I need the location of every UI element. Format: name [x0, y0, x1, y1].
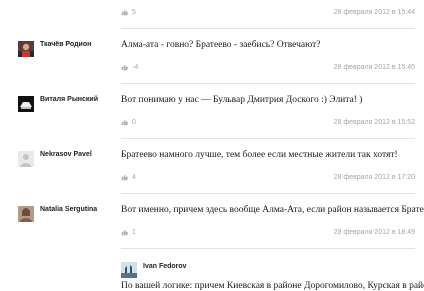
comment-text: Вот понимаю у нас — Бульвар Дмитрия Доск…	[121, 95, 363, 105]
like-count: 5	[132, 9, 136, 16]
comment-timestamp[interactable]: 28 февраля 2012 в 17:20	[334, 174, 415, 181]
comment-meta: 5 28 февраля 2012 в 15:44	[121, 9, 415, 21]
like-count: 0	[132, 119, 136, 126]
like-count: -4	[132, 64, 139, 71]
comment-meta: 1 28 февраля 2012 в 18:49	[121, 229, 415, 241]
like-button[interactable]: 1	[121, 229, 136, 236]
like-count: 4	[132, 174, 136, 181]
thumbs-up-icon	[121, 174, 128, 181]
comment-divider	[121, 28, 415, 29]
like-button[interactable]: 0	[121, 119, 136, 126]
thumbs-up-icon	[121, 9, 128, 16]
comment-timestamp[interactable]: 28 февраля 2012 в 15:52	[334, 119, 415, 126]
comment-meta: 0 28 февраля 2012 в 15:52	[121, 119, 415, 131]
avatar[interactable]	[18, 151, 34, 167]
comment-author[interactable]: Виталя Рынский	[40, 96, 98, 103]
like-count: 1	[132, 229, 136, 236]
reply-author[interactable]: Ivan Fedorov	[143, 263, 187, 270]
thumbs-up-icon	[121, 64, 128, 71]
comment-meta: -4 28 февраля 2012 в 15:45	[121, 64, 415, 76]
like-button[interactable]: 4	[121, 174, 136, 181]
thumbs-up-icon	[121, 229, 128, 236]
comment-text: Братеево намного лучше, тем более если м…	[121, 150, 398, 160]
comment-text: Алма-ата - говно? Братеево - заебись? От…	[121, 40, 321, 50]
comments-thread: 5 28 февраля 2012 в 15:44 Ткачёв Родион …	[0, 0, 424, 291]
comment-divider	[121, 138, 415, 139]
comment-meta: 4 28 февраля 2012 в 17:20	[121, 174, 415, 186]
comment-author[interactable]: Nekrasov Pavel	[40, 151, 92, 158]
comment-author[interactable]: Natalia Sergutina	[40, 206, 97, 213]
comment-timestamp[interactable]: 28 февраля 2012 в 15:44	[334, 9, 415, 16]
comment-author[interactable]: Ткачёв Родион	[40, 41, 91, 48]
avatar[interactable]	[121, 262, 137, 278]
comment-text: Вот именно, причем здесь вообще Алма-Ата…	[121, 205, 424, 215]
avatar[interactable]	[18, 41, 34, 57]
comment-divider	[121, 248, 415, 249]
comment-divider	[121, 83, 415, 84]
like-button[interactable]: -4	[121, 64, 138, 71]
avatar[interactable]	[18, 206, 34, 222]
comment-divider	[121, 193, 415, 194]
avatar[interactable]	[18, 96, 34, 112]
like-button[interactable]: 5	[121, 9, 136, 16]
thumbs-up-icon	[121, 119, 128, 126]
comment-timestamp[interactable]: 28 февраля 2012 в 18:49	[334, 229, 415, 236]
comment-timestamp[interactable]: 28 февраля 2012 в 15:45	[334, 64, 415, 71]
